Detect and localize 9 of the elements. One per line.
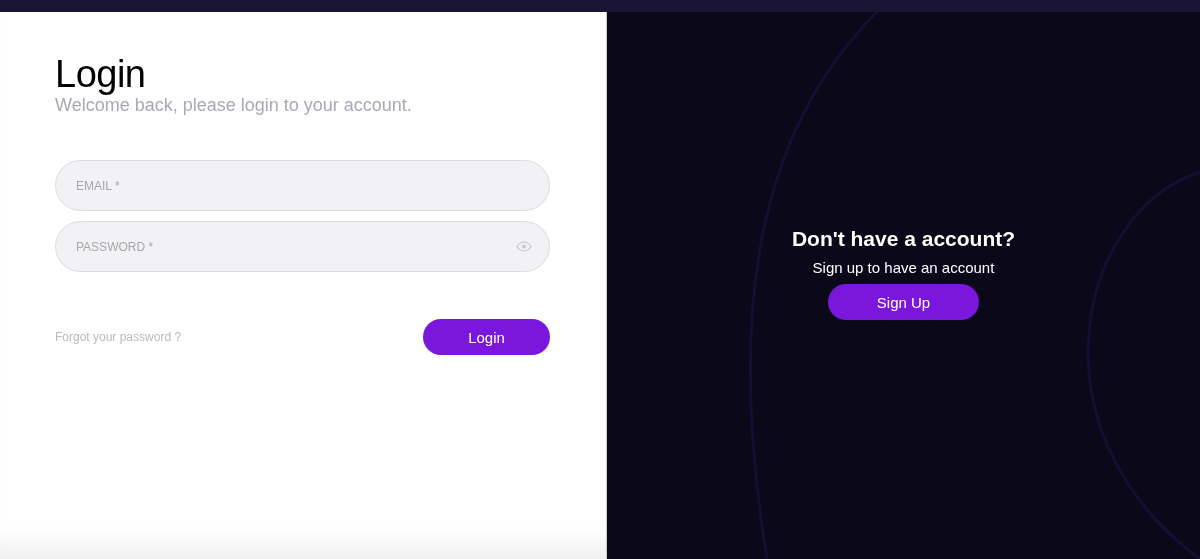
email-field[interactable]: EMAIL * (55, 160, 550, 211)
login-title: Login (55, 54, 147, 94)
signup-text: Sign up to have an account (812, 259, 995, 276)
signup-title: Don't have a account? (791, 227, 1016, 251)
eye-icon[interactable] (516, 241, 532, 252)
sign-up-button[interactable]: Sign Up (828, 284, 979, 320)
password-field[interactable]: PASSWORD * (55, 221, 550, 272)
subtitle: Welcome back, please login to your account. (55, 95, 413, 116)
login-button[interactable]: Login (423, 319, 550, 355)
